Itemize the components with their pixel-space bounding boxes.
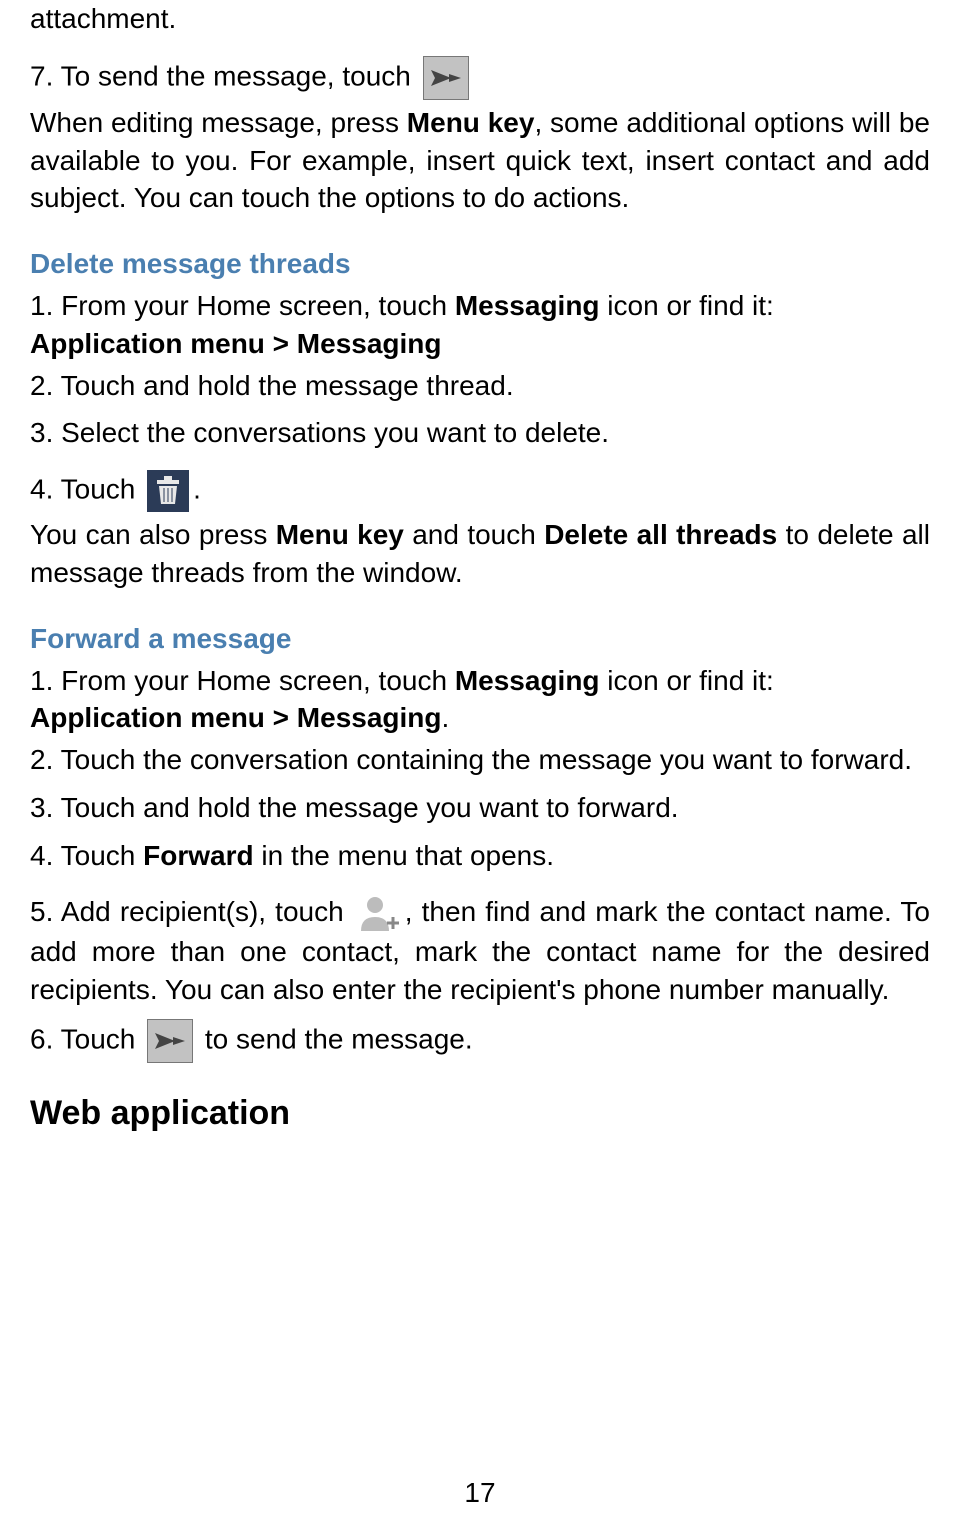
text: 5. Add recipient(s), touch: [30, 896, 353, 927]
text-fragment: attachment.: [30, 0, 930, 38]
add-contact-icon: [357, 893, 401, 933]
forward-step-5: 5. Add recipient(s), touch , then find a…: [30, 893, 930, 1009]
bold-text: Menu key: [407, 107, 535, 138]
text: You can also press: [30, 519, 276, 550]
text: in the menu that opens.: [254, 840, 554, 871]
send-icon: [423, 56, 469, 100]
text: .: [442, 702, 450, 733]
trash-icon: [147, 470, 189, 512]
bold-text: Forward: [143, 840, 253, 871]
text: .: [193, 474, 201, 505]
forward-step-1: 1. From your Home screen, touch Messagin…: [30, 662, 930, 738]
text: When editing message, press: [30, 107, 407, 138]
text: to send the message.: [197, 1023, 473, 1054]
delete-step-1: 1. From your Home screen, touch Messagin…: [30, 287, 930, 363]
forward-step-6: 6. Touch to send the message.: [30, 1019, 930, 1063]
bold-text: Messaging: [455, 665, 600, 696]
text: icon or find it:: [600, 665, 774, 696]
delete-step-2: 2. Touch and hold the message thread.: [30, 367, 930, 405]
text: 1. From your Home screen, touch: [30, 665, 455, 696]
forward-step-4: 4. Touch Forward in the menu that opens.: [30, 837, 930, 875]
forward-step-2: 2. Touch the conversation containing the…: [30, 741, 930, 779]
forward-step-3: 3. Touch and hold the message you want t…: [30, 789, 930, 827]
bold-text: Delete all threads: [544, 519, 777, 550]
text: 1. From your Home screen, touch: [30, 290, 455, 321]
heading-web-application: Web application: [30, 1091, 930, 1137]
bold-text: Menu key: [276, 519, 404, 550]
delete-also: You can also press Menu key and touch De…: [30, 516, 930, 592]
heading-forward-message: Forward a message: [30, 620, 930, 658]
text: 4. Touch: [30, 474, 143, 505]
text: 4. Touch: [30, 840, 143, 871]
document-page: attachment. 7. To send the message, touc…: [30, 0, 930, 1137]
bold-text: Messaging: [455, 290, 600, 321]
send-icon: [147, 1019, 193, 1063]
delete-step-4: 4. Touch .: [30, 470, 930, 512]
heading-delete-threads: Delete message threads: [30, 245, 930, 283]
step-7-editing: When editing message, press Menu key, so…: [30, 104, 930, 217]
page-number: 17: [0, 1474, 960, 1512]
text: and touch: [404, 519, 544, 550]
step-7: 7. To send the message, touch: [30, 56, 930, 100]
text: icon or find it:: [600, 290, 774, 321]
delete-step-3: 3. Select the conversations you want to …: [30, 414, 930, 452]
text: 6. Touch: [30, 1023, 143, 1054]
bold-text: Application menu > Messaging: [30, 328, 442, 359]
step-7-pre: 7. To send the message, touch: [30, 60, 411, 91]
bold-text: Application menu > Messaging: [30, 702, 442, 733]
